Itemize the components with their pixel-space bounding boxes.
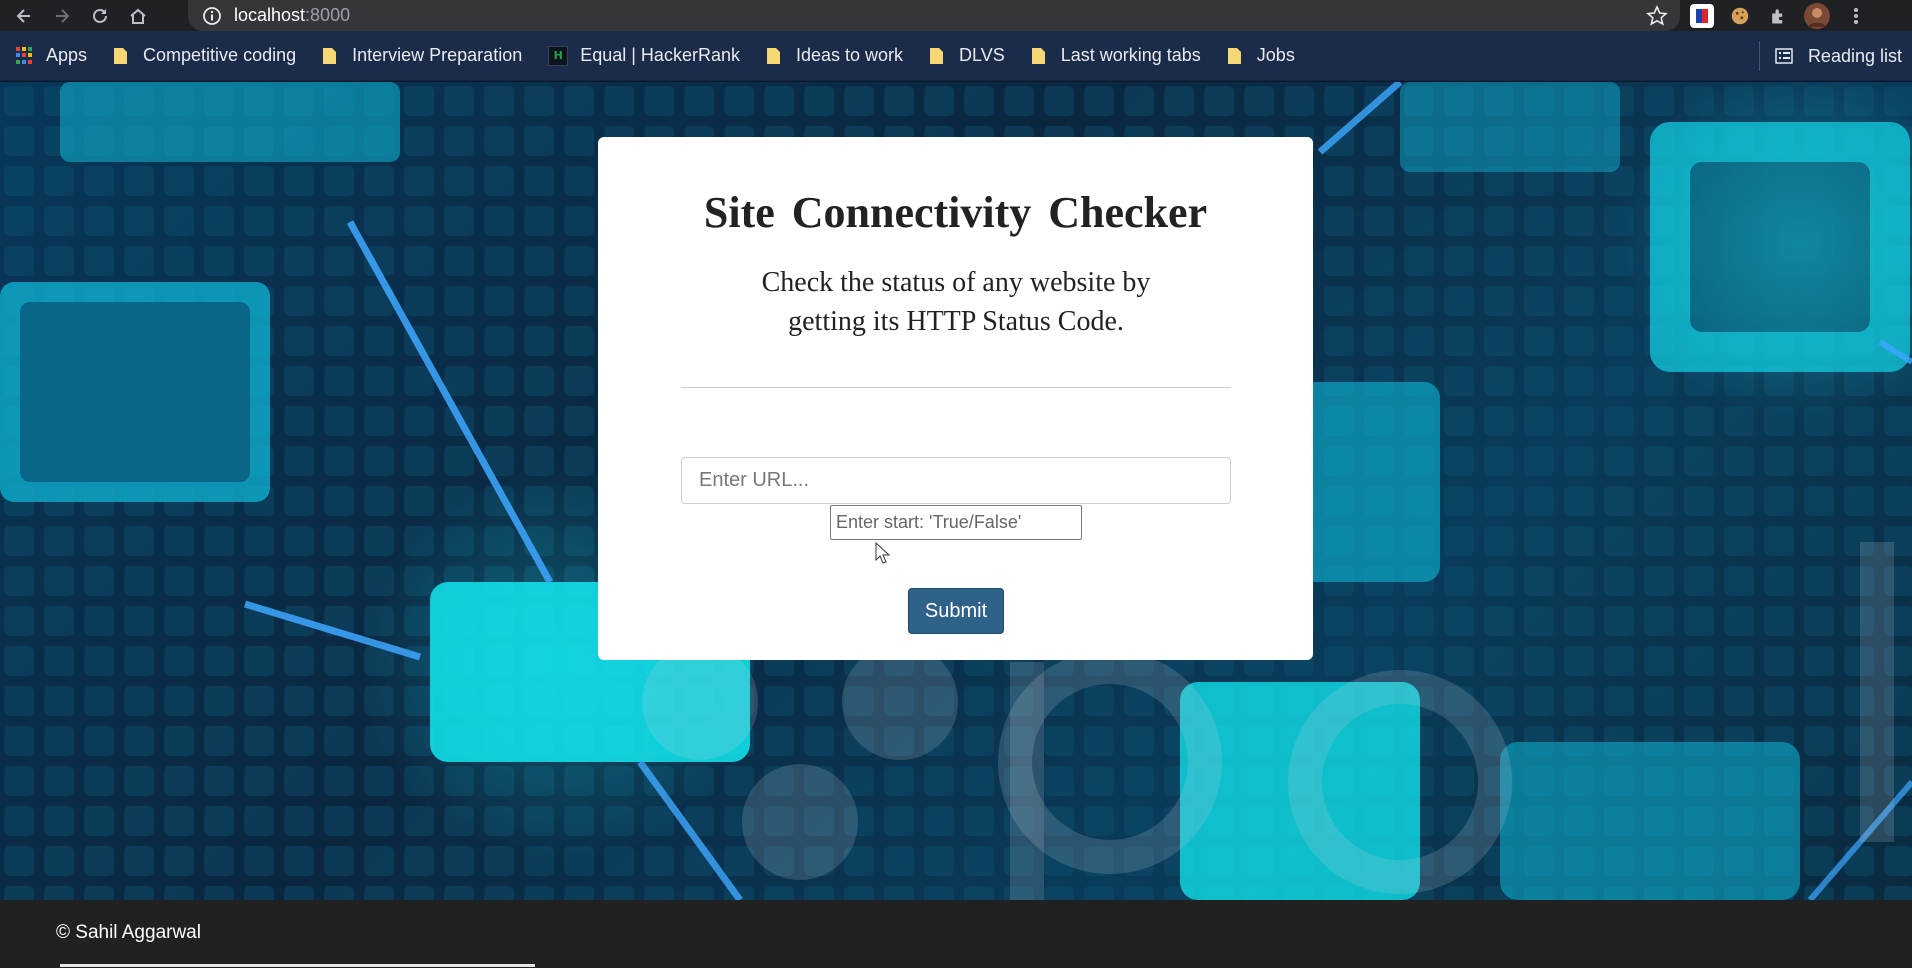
address-bar[interactable]: localhost:8000: [188, 0, 1680, 31]
home-icon[interactable]: [124, 2, 152, 30]
bookmark-competitive-coding[interactable]: Competitive coding: [109, 41, 300, 71]
footer-copyright: © Sahil Aggarwal: [56, 922, 201, 943]
back-arrow-icon[interactable]: [10, 2, 38, 30]
bookmark-label: Jobs: [1256, 45, 1295, 65]
mouse-cursor-icon: [875, 542, 891, 564]
bookmark-label: Competitive coding: [143, 45, 297, 65]
bookmark-apps[interactable]: Apps: [12, 41, 91, 71]
bookmark-dlvs[interactable]: DLVS: [925, 41, 1009, 71]
bookmark-ideas-to-work[interactable]: Ideas to work: [762, 41, 907, 71]
extension-flag-icon[interactable]: [1690, 3, 1714, 28]
hackerrank-icon: H: [548, 45, 569, 66]
site-info-icon[interactable]: [202, 6, 222, 26]
bookmark-label: Equal | HackerRank: [580, 45, 740, 65]
footer: © Sahil Aggarwal: [0, 900, 1912, 968]
bookmark-hackerrank[interactable]: H Equal | HackerRank: [544, 41, 744, 71]
apps-grid-icon: [16, 46, 34, 65]
profile-avatar[interactable]: [1804, 2, 1830, 29]
forward-arrow-icon[interactable]: [48, 2, 76, 30]
browser-toolbar: localhost:8000: [0, 0, 1912, 31]
bookmark-label: Last working tabs: [1060, 45, 1201, 65]
page-title: Site Connectivity Checker: [703, 188, 1208, 237]
reading-list-icon: [1775, 48, 1793, 64]
checker-card: Site Connectivity Checker Check the stat…: [598, 137, 1313, 660]
bookmark-label: Ideas to work: [795, 45, 904, 65]
url-port: :8000: [305, 5, 351, 25]
folder-icon: [766, 47, 780, 64]
page-content: Site Connectivity Checker Check the stat…: [0, 82, 1912, 900]
folder-icon: [323, 47, 337, 64]
extensions-puzzle-icon[interactable]: [1766, 4, 1790, 28]
bookmark-jobs[interactable]: Jobs: [1223, 41, 1299, 71]
extensions-area: [1690, 0, 1868, 31]
bookmark-interview-preparation[interactable]: Interview Preparation: [318, 41, 526, 71]
bookmark-label: Interview Preparation: [352, 45, 523, 65]
folder-icon: [930, 47, 944, 64]
folder-icon: [1227, 47, 1241, 64]
bookmark-label: Apps: [46, 45, 88, 65]
page-description: Check the status of any website by getti…: [761, 267, 1151, 337]
url-input[interactable]: [681, 457, 1231, 504]
start-input[interactable]: [830, 505, 1082, 540]
url-host: localhost: [234, 5, 306, 25]
browser-menu-icon[interactable]: [1844, 4, 1868, 28]
bookmark-last-working-tabs[interactable]: Last working tabs: [1027, 41, 1205, 71]
reading-list-label: Reading list: [1807, 45, 1902, 66]
footer-underline: [60, 964, 535, 967]
folder-icon: [114, 47, 128, 64]
bookmarks-bar: Apps Competitive coding Interview Prepar…: [0, 31, 1912, 81]
address-url: localhost:8000: [234, 5, 350, 26]
extension-cookie-icon[interactable]: [1728, 4, 1752, 28]
bookmark-label: DLVS: [959, 45, 1005, 65]
submit-button[interactable]: Submit: [908, 588, 1004, 634]
bookmark-star-icon[interactable]: [1646, 5, 1668, 27]
folder-icon: [1031, 47, 1045, 64]
reload-icon[interactable]: [86, 2, 114, 30]
reading-list-button[interactable]: Reading list: [1758, 41, 1902, 71]
divider: [681, 387, 1231, 388]
